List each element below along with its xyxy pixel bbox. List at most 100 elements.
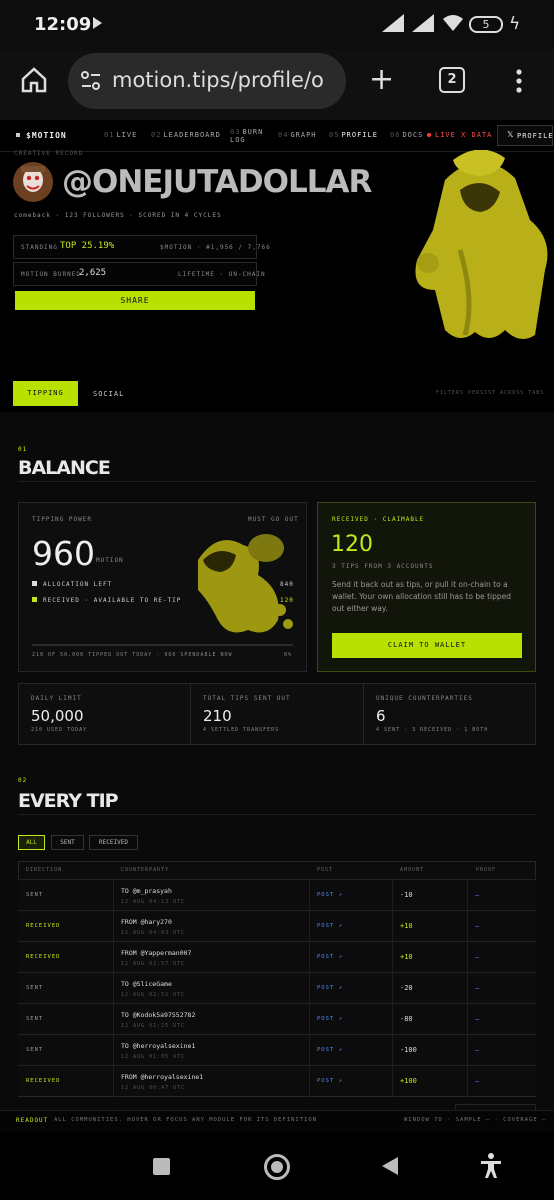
col-post: POST xyxy=(317,867,334,873)
filter-all[interactable]: ALL xyxy=(18,835,45,850)
home-nav-icon[interactable] xyxy=(264,1154,290,1180)
counterparty-cell[interactable]: FROM @Yapperman007 xyxy=(121,949,191,957)
nav-num: 06 xyxy=(390,131,401,139)
table-row[interactable]: SENT TO @m_prasyah 12 AUG 04:13 UTC POST ↗ -… xyxy=(18,879,536,911)
recents-icon[interactable] xyxy=(153,1158,170,1175)
new-tab-icon[interactable]: + xyxy=(369,65,394,95)
column-divider xyxy=(467,973,468,1004)
table-row[interactable]: SENT TO @herroyalsexine1 12 AUG 01:05 UTC P… xyxy=(18,1034,536,1066)
site-logo[interactable]: $MOTION xyxy=(26,131,67,140)
table-row[interactable]: SENT TO @SliceGame 12 AUG 02:52 UTC POST ↗ -… xyxy=(18,972,536,1004)
signal-icon-2 xyxy=(412,14,436,32)
stat-counterparties-value: 6 xyxy=(376,707,386,725)
column-divider xyxy=(113,1004,114,1035)
direction-cell: RECEIVED xyxy=(26,1078,61,1084)
tab-switcher-button[interactable]: 2 xyxy=(439,67,465,93)
post-link[interactable]: POST ↗ xyxy=(317,985,343,991)
post-link[interactable]: POST ↗ xyxy=(317,923,343,929)
claimable-value: 120 xyxy=(331,532,373,557)
profile-handle: @ONEJUTADOLLAR xyxy=(62,164,372,200)
stats-divider xyxy=(190,683,191,745)
proof-cell[interactable]: — xyxy=(475,1015,480,1023)
nav-num: 03 xyxy=(230,128,241,136)
proof-cell[interactable]: — xyxy=(475,1077,480,1085)
proof-cell[interactable]: — xyxy=(475,1046,480,1054)
home-icon[interactable] xyxy=(20,66,48,94)
column-divider xyxy=(309,1004,310,1035)
wifi-icon xyxy=(442,14,464,32)
nav-graph[interactable]: 04 GRAPH xyxy=(278,131,317,139)
nav-leaderboard[interactable]: 02 LEADERBOARD xyxy=(151,131,221,139)
nav-live[interactable]: 01 LIVE xyxy=(104,131,137,139)
counterparty-cell[interactable]: TO @m_prasyah xyxy=(121,887,172,895)
table-row[interactable]: SENT TO @Kodok5a97552782 12 AUG 02:25 UTC P… xyxy=(18,1003,536,1035)
burned-note: LIFETIME · ON-CHAIN xyxy=(178,271,266,278)
claim-to-wallet-button[interactable]: CLAIM TO WALLET xyxy=(332,633,522,658)
nav-docs[interactable]: 06 DOCS xyxy=(390,131,423,139)
amount-cell: +10 xyxy=(400,922,413,930)
amount-cell: -80 xyxy=(400,1015,413,1023)
counterparty-cell[interactable]: TO @SliceGame xyxy=(121,980,172,988)
site-settings-icon[interactable] xyxy=(80,70,102,92)
column-divider xyxy=(392,1035,393,1066)
section-divider xyxy=(18,814,536,815)
nav-burn-log[interactable]: 03 BURN LOG xyxy=(230,128,262,144)
stat-daily-limit-label: DAILY LIMIT xyxy=(31,695,82,702)
column-divider xyxy=(113,942,114,973)
tab-tipping[interactable]: TIPPING xyxy=(13,381,78,406)
column-divider xyxy=(113,880,114,911)
x-profile-button[interactable]: 𝕏 PROFILE xyxy=(497,125,553,146)
counterparty-cell[interactable]: TO @Kodok5a97552782 xyxy=(121,1011,195,1019)
post-link[interactable]: POST ↗ xyxy=(317,954,343,960)
accessibility-icon[interactable] xyxy=(480,1153,502,1179)
claim-to-wallet-label: CLAIM TO WALLET xyxy=(387,641,467,649)
counterparty-cell[interactable]: FROM @herroyalsexine1 xyxy=(121,1073,203,1081)
spend-progress-percent: 0% xyxy=(284,652,293,658)
column-divider xyxy=(392,880,393,911)
nav-label: LIVE xyxy=(116,131,138,139)
proof-cell[interactable]: — xyxy=(475,953,480,961)
table-row[interactable]: RECEIVED FROM @Yapperman007 12 AUG 02:57 U… xyxy=(18,941,536,973)
column-divider xyxy=(467,911,468,942)
profile-kicker: CREATIVE RECORD xyxy=(14,150,84,157)
filter-received[interactable]: RECEIVED xyxy=(89,835,138,850)
spend-progress-track xyxy=(32,644,293,646)
counterparty-cell[interactable]: FROM @hary270 xyxy=(121,918,172,926)
table-row[interactable]: RECEIVED FROM @herroyalsexine1 12 AUG 00:4… xyxy=(18,1065,536,1097)
url-text[interactable]: motion.tips/profile/o xyxy=(112,68,334,92)
post-link[interactable]: POST ↗ xyxy=(317,1047,343,1053)
stat-total-tips-label: TOTAL TIPS SENT OUT xyxy=(203,695,291,702)
tab-count: 2 xyxy=(447,72,457,87)
allocation-value: 840 xyxy=(280,581,294,588)
timestamp-cell: 12 AUG 02:57 UTC xyxy=(121,961,186,967)
post-link[interactable]: POST ↗ xyxy=(317,1016,343,1022)
filter-received-label: RECEIVED xyxy=(99,839,128,846)
post-link[interactable]: POST ↗ xyxy=(317,1078,343,1084)
stats-divider xyxy=(363,683,364,745)
back-icon[interactable] xyxy=(382,1157,398,1175)
share-button[interactable]: SHARE xyxy=(15,291,255,310)
proof-cell[interactable]: — xyxy=(475,891,480,899)
proof-cell[interactable]: — xyxy=(475,922,480,930)
column-divider xyxy=(392,911,393,942)
post-link[interactable]: POST ↗ xyxy=(317,892,343,898)
filter-sent[interactable]: SENT xyxy=(51,835,84,850)
avatar[interactable] xyxy=(13,162,53,202)
nav-profile[interactable]: 05 PROFILE xyxy=(329,131,378,139)
browser-menu-icon[interactable] xyxy=(516,69,522,93)
column-divider xyxy=(309,911,310,942)
section-divider xyxy=(18,481,536,482)
proof-cell[interactable]: — xyxy=(475,984,480,992)
amount-cell: -10 xyxy=(400,891,413,899)
counterparty-cell[interactable]: TO @herroyalsexine1 xyxy=(121,1042,195,1050)
x-profile-label: PROFILE xyxy=(517,132,554,140)
stat-counterparties-sub: 4 SENT · 3 RECEIVED · 1 BOTH xyxy=(376,727,489,733)
nav-num: 01 xyxy=(104,131,115,139)
table-row[interactable]: RECEIVED FROM @hary270 12 AUG 04:03 UTC POS… xyxy=(18,910,536,942)
column-divider xyxy=(113,1066,114,1097)
allocation-swatch xyxy=(32,581,37,586)
tab-social[interactable]: SOCIAL xyxy=(93,390,124,398)
column-divider xyxy=(113,973,114,1004)
readout-text: ALL COMMUNITIES. HOVER OR FOCUS ANY MODU… xyxy=(54,1117,317,1123)
live-x-data-link[interactable]: LIVE X DATA xyxy=(435,131,492,139)
